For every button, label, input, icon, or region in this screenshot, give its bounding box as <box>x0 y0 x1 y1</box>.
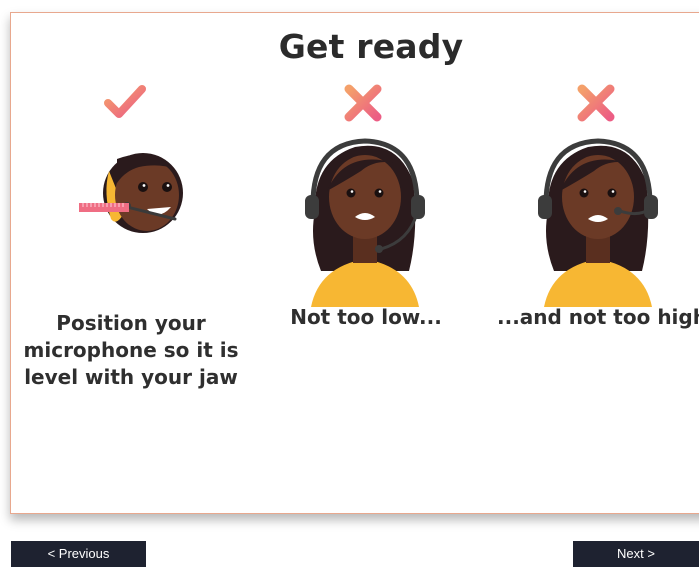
instruction-card: Get ready Position your microphone so it… <box>10 12 699 514</box>
previous-button[interactable]: < Previous <box>11 541 146 567</box>
caption-position-microphone: Position your microphone so it is level … <box>23 311 239 389</box>
cross-icon <box>344 84 382 122</box>
checkmark-icon <box>104 85 146 118</box>
next-button[interactable]: Next > <box>573 541 699 567</box>
caption-not-too-low: Not too low... <box>290 305 442 329</box>
front-view-mic-low-illustration <box>305 138 425 307</box>
front-view-mic-high-illustration <box>538 138 658 307</box>
caption-not-too-high: ...and not too high <box>497 305 699 329</box>
profile-illustration <box>79 153 183 233</box>
page-title: Get ready <box>278 27 464 66</box>
cross-icon <box>577 84 615 122</box>
